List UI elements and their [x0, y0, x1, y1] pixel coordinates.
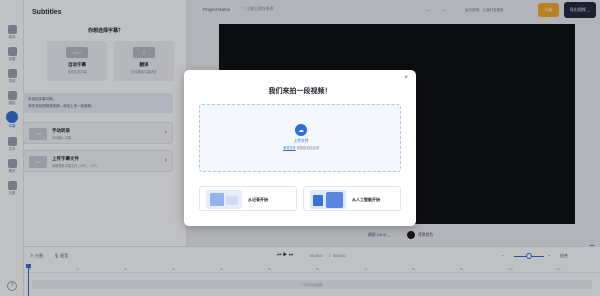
upload-dropzone[interactable]: ☁ 上传文件 浏览文件 或拖放到此区域 [199, 104, 401, 172]
upload-hint: 浏览文件 或拖放到此区域 [283, 146, 319, 150]
ai-avatar-illustration [310, 190, 346, 209]
close-icon[interactable]: × [404, 75, 408, 81]
recording-illustration [206, 190, 242, 209]
start-from-ai-button[interactable]: 从人工智能开始 [303, 186, 401, 211]
upload-label: 上传文件 [293, 139, 309, 143]
browse-files-link[interactable]: 浏览文件 [283, 146, 296, 150]
upload-cloud-icon: ☁ [295, 124, 307, 136]
create-video-modal: × 我们来拍一段视频！ ☁ 上传文件 浏览文件 或拖放到此区域 从记录开始 从人… [184, 70, 416, 226]
modal-title: 我们来拍一段视频！ [268, 88, 332, 95]
start-from-recording-button[interactable]: 从记录开始 [199, 186, 297, 211]
